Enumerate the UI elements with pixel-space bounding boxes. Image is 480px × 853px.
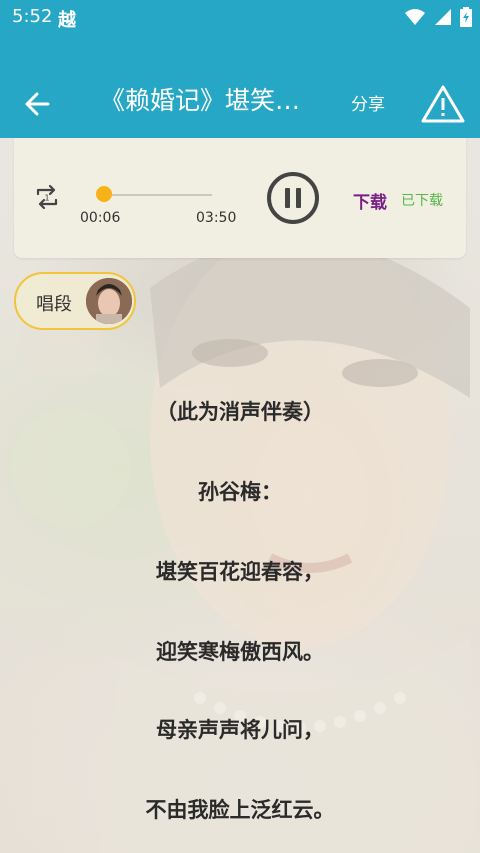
signal-icon	[435, 9, 451, 25]
seek-track[interactable]	[104, 194, 212, 196]
lyric-line: 母亲声声将儿问，	[156, 718, 324, 742]
aria-chip[interactable]: 唱段	[14, 272, 136, 330]
lyric-line: 堪笑百花迎春容，	[156, 560, 324, 584]
download-button[interactable]: 下载	[353, 188, 387, 213]
avatar	[86, 278, 132, 324]
lyric-line: 孙谷梅：	[198, 480, 282, 504]
repeat-one-icon[interactable]: 1	[32, 182, 62, 212]
pause-button[interactable]	[266, 171, 320, 225]
avatar-portrait	[86, 278, 132, 324]
status-bar: 5:52 越	[0, 0, 480, 34]
audio-player: 1 00:06 03:50 下载 已下载	[14, 138, 466, 258]
status-time: 5:52	[12, 6, 53, 27]
status-carrier: 越	[58, 10, 76, 31]
downloaded-link[interactable]: 已下载	[401, 190, 443, 210]
current-time: 00:06	[80, 210, 121, 226]
warning-triangle-icon[interactable]	[420, 84, 466, 124]
status-icons	[404, 6, 472, 28]
seek-thumb[interactable]	[96, 186, 112, 202]
lyric-line: 迎笑寒梅傲西风。	[156, 640, 324, 664]
lyric-line: （此为消声伴奏）	[156, 400, 324, 424]
total-time: 03:50	[196, 210, 237, 226]
svg-text:1: 1	[44, 194, 49, 203]
back-arrow-icon[interactable]	[20, 86, 56, 122]
lyric-line: 不由我脸上泛红云。	[145, 798, 335, 822]
battery-charging-icon	[460, 7, 472, 27]
aria-chip-label: 唱段	[36, 294, 72, 315]
share-button[interactable]: 分享	[351, 90, 385, 115]
app-toolbar: 《赖婚记》堪笑… 分享	[0, 34, 480, 138]
wifi-icon	[405, 9, 425, 25]
page-title: 《赖婚记》堪笑…	[100, 86, 301, 115]
